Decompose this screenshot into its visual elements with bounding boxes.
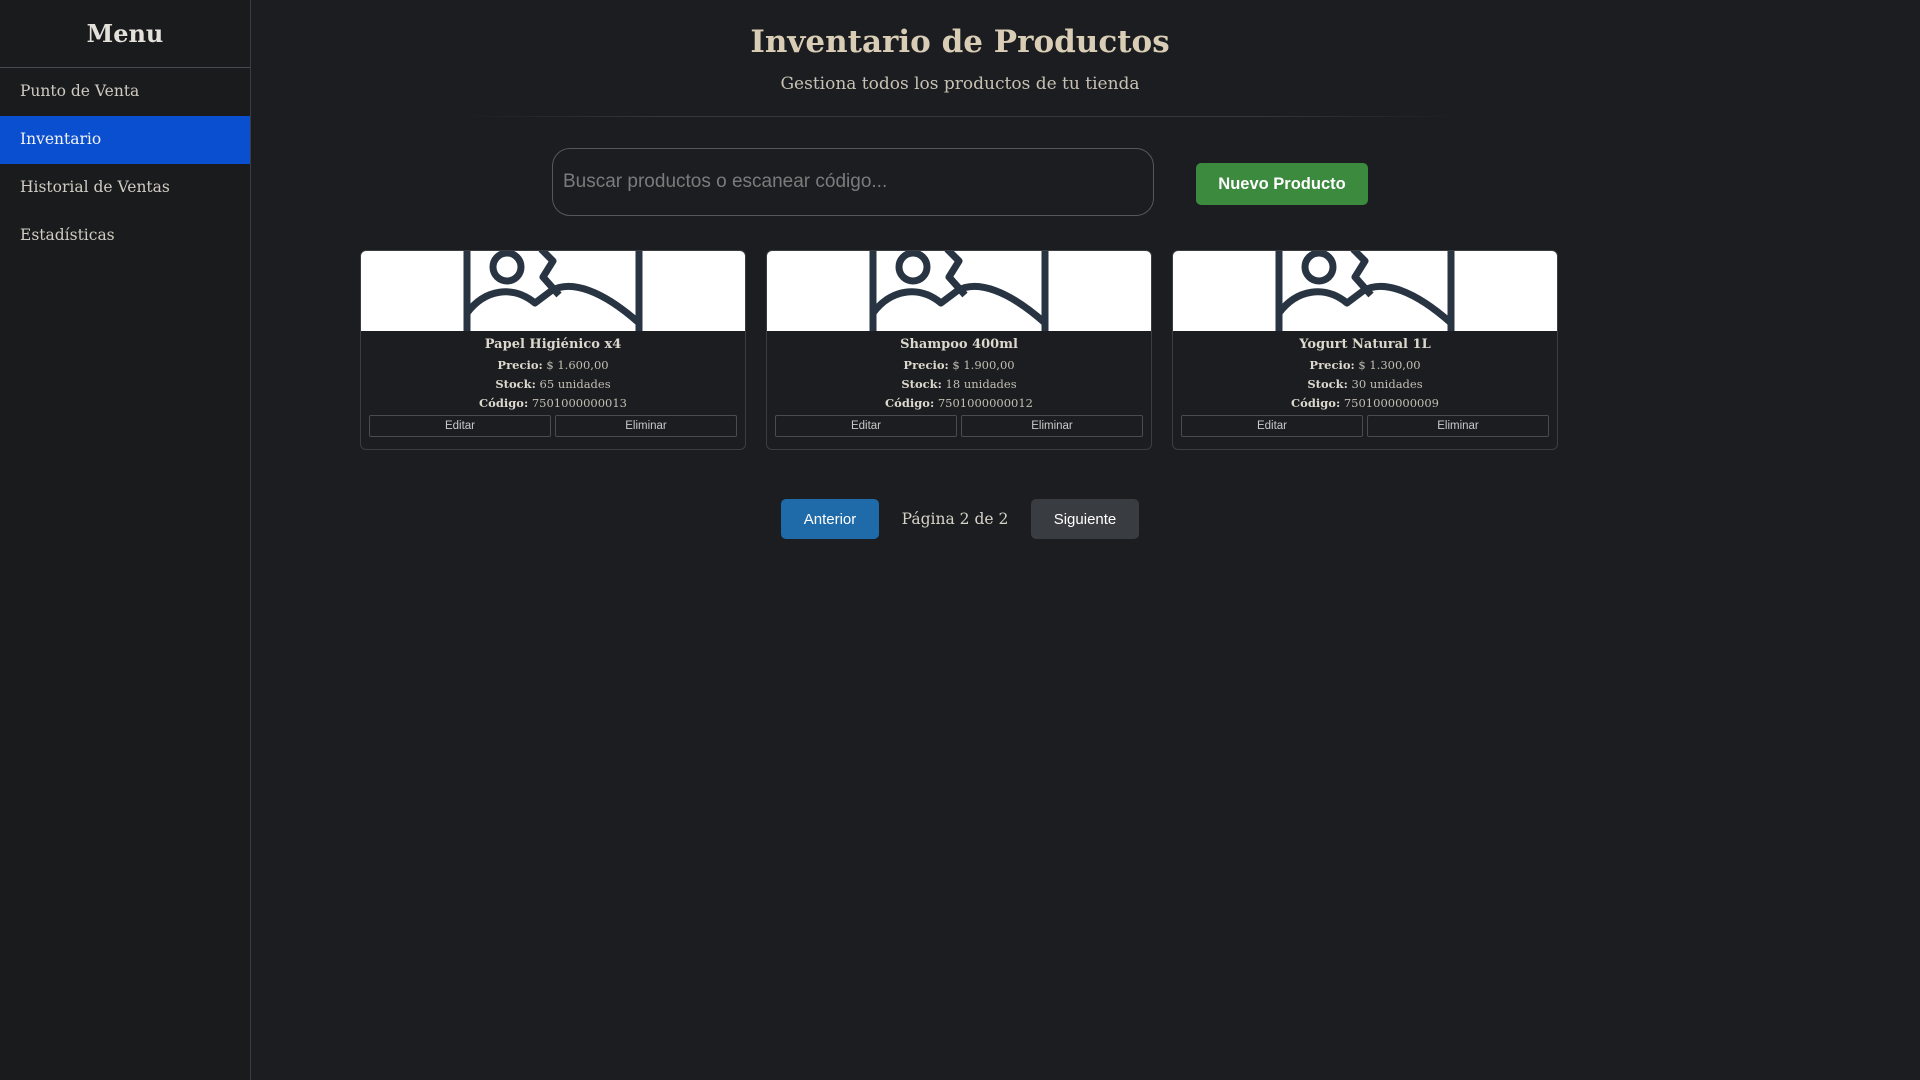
- delete-button[interactable]: Eliminar: [961, 415, 1143, 437]
- sidebar: Menu Punto de Venta Inventario Historial…: [0, 0, 251, 1080]
- search-input[interactable]: [552, 148, 1154, 216]
- product-card: Yogurt Natural 1L Precio: $ 1.300,00 Sto…: [1172, 250, 1558, 450]
- sidebar-title: Menu: [0, 0, 250, 68]
- code-label: Código:: [1291, 396, 1341, 410]
- product-card: Papel Higiénico x4 Precio: $ 1.600,00 St…: [360, 250, 746, 450]
- header-divider: [460, 116, 1460, 117]
- sidebar-item-punto-de-venta[interactable]: Punto de Venta: [0, 68, 250, 116]
- delete-button[interactable]: Eliminar: [555, 415, 737, 437]
- stock-label: Stock:: [495, 377, 536, 391]
- main-content: Inventario de Productos Gestiona todos l…: [251, 0, 1920, 1080]
- product-price: $ 1.600,00: [546, 358, 609, 372]
- product-price: $ 1.900,00: [952, 358, 1015, 372]
- stock-label: Stock:: [901, 377, 942, 391]
- product-image: [767, 251, 1151, 331]
- code-label: Código:: [885, 396, 935, 410]
- product-stock: 65 unidades: [539, 377, 611, 391]
- product-stock: 30 unidades: [1351, 377, 1423, 391]
- edit-button[interactable]: Editar: [1181, 415, 1363, 437]
- product-code: 7501000000009: [1343, 396, 1439, 410]
- sidebar-item-historial-de-ventas[interactable]: Historial de Ventas: [0, 164, 250, 212]
- next-page-button[interactable]: Siguiente: [1031, 499, 1139, 539]
- sidebar-item-estadisticas[interactable]: Estadísticas: [0, 212, 250, 260]
- image-placeholder-icon: [463, 251, 643, 331]
- product-card: Shampoo 400ml Precio: $ 1.900,00 Stock: …: [766, 250, 1152, 450]
- page-indicator: Página 2 de 2: [901, 510, 1009, 528]
- stock-label: Stock:: [1307, 377, 1348, 391]
- edit-button[interactable]: Editar: [369, 415, 551, 437]
- product-code: 7501000000013: [531, 396, 627, 410]
- pagination: Anterior Página 2 de 2 Siguiente: [781, 499, 1139, 539]
- price-label: Precio:: [497, 358, 543, 372]
- product-price: $ 1.300,00: [1358, 358, 1421, 372]
- product-image: [1173, 251, 1557, 331]
- page-title: Inventario de Productos: [750, 24, 1170, 60]
- previous-page-button[interactable]: Anterior: [781, 499, 879, 539]
- product-grid: Papel Higiénico x4 Precio: $ 1.600,00 St…: [360, 250, 1560, 450]
- delete-button[interactable]: Eliminar: [1367, 415, 1549, 437]
- product-name: Shampoo 400ml: [900, 337, 1018, 352]
- page-subtitle: Gestiona todos los productos de tu tiend…: [780, 74, 1140, 94]
- product-name: Yogurt Natural 1L: [1299, 337, 1431, 352]
- edit-button[interactable]: Editar: [775, 415, 957, 437]
- price-label: Precio:: [903, 358, 949, 372]
- product-image: [361, 251, 745, 331]
- product-stock: 18 unidades: [945, 377, 1017, 391]
- new-product-button[interactable]: Nuevo Producto: [1196, 163, 1368, 205]
- code-label: Código:: [479, 396, 529, 410]
- price-label: Precio:: [1309, 358, 1355, 372]
- sidebar-item-inventario[interactable]: Inventario: [0, 116, 250, 164]
- image-placeholder-icon: [869, 251, 1049, 331]
- image-placeholder-icon: [1275, 251, 1455, 331]
- product-name: Papel Higiénico x4: [484, 337, 622, 352]
- product-code: 7501000000012: [937, 396, 1033, 410]
